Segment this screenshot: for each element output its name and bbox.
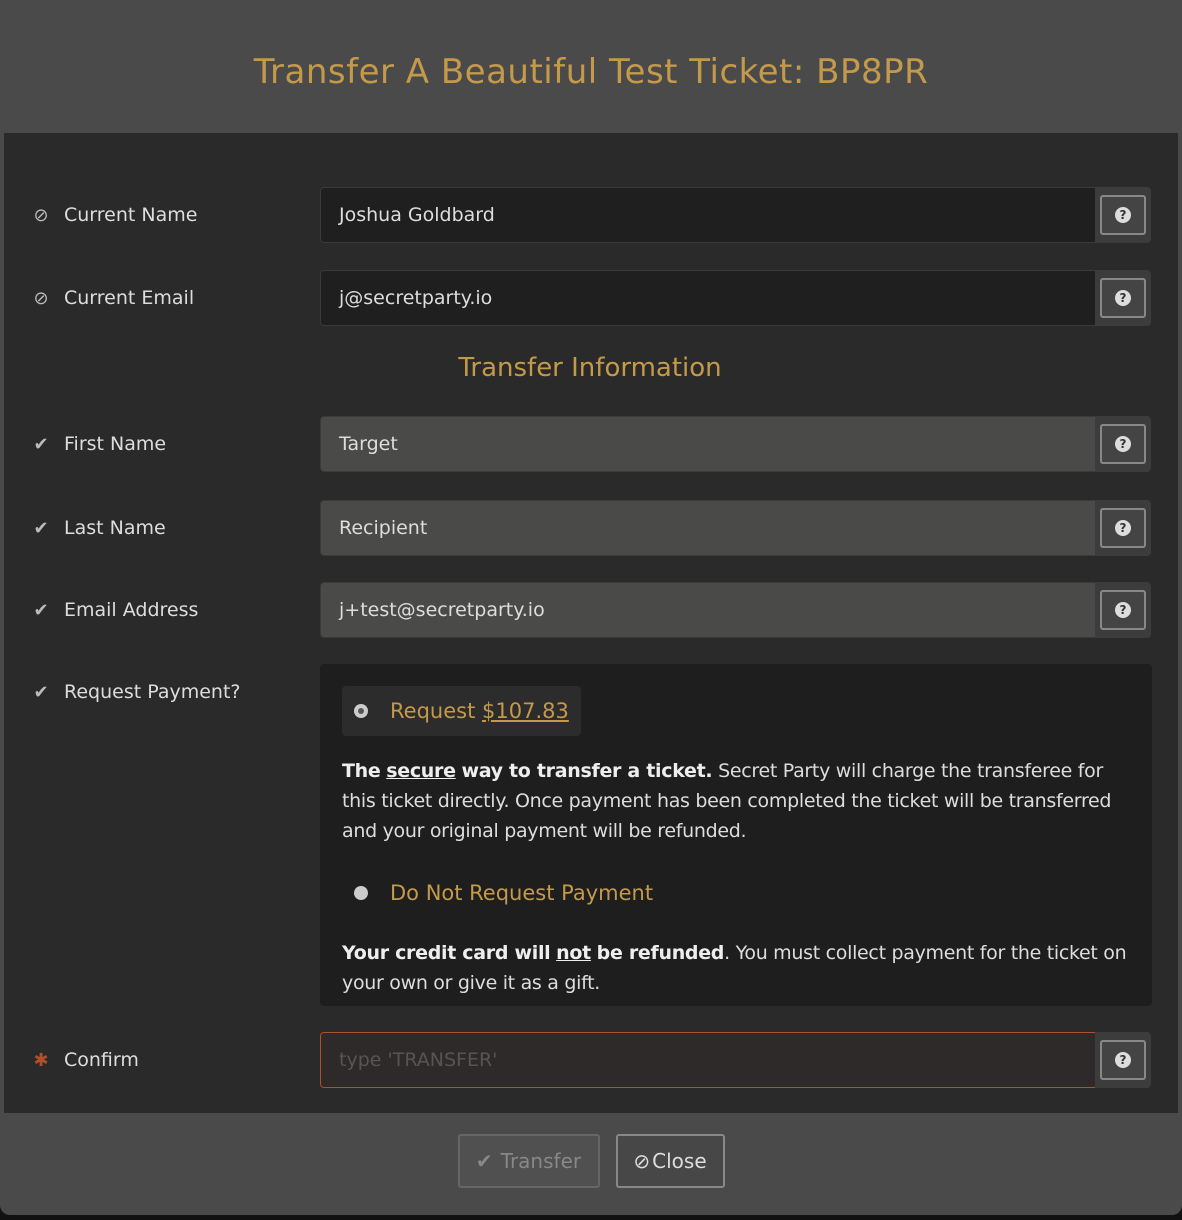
current-email-field: j@secretparty.io <box>320 270 1096 326</box>
check-icon: ✔ <box>33 681 49 703</box>
question-icon: ? <box>1115 520 1131 536</box>
current-name-field: Joshua Goldbard <box>320 187 1096 243</box>
no-request-payment-radio[interactable]: Do Not Request Payment <box>342 868 665 918</box>
confirm-input[interactable]: type 'TRANSFER' <box>320 1032 1096 1088</box>
section-title: Transfer Information <box>458 353 722 383</box>
ban-icon: ⊘ <box>33 204 49 226</box>
current-name-row: ⊘ Current Name Joshua Goldbard ? <box>4 187 1178 243</box>
question-icon: ? <box>1115 602 1131 618</box>
first-name-label: First Name <box>64 433 167 455</box>
last-name-label: Last Name <box>64 517 166 539</box>
check-icon: ✔ <box>33 599 49 621</box>
question-icon: ? <box>1115 1052 1131 1068</box>
check-icon: ✔ <box>475 1149 493 1173</box>
ban-icon: ⊘ <box>33 287 49 309</box>
radio-unselected-icon <box>354 886 368 900</box>
last-name-input[interactable]: Recipient <box>320 500 1096 556</box>
question-icon: ? <box>1115 436 1131 452</box>
help-button[interactable]: ? <box>1100 278 1146 318</box>
ban-icon: ⊘ <box>633 1149 651 1173</box>
last-name-row: ✔ Last Name Recipient ? <box>4 500 1178 556</box>
amount: $107.83 <box>482 699 569 723</box>
modal-body: ⊘ Current Name Joshua Goldbard ? ⊘ Current… <box>4 133 1178 1113</box>
modal-footer: ✔ Transfer ⊘ Close <box>0 1134 1182 1188</box>
payment-options: Request $107.83 The secure way to transf… <box>320 664 1152 1006</box>
email-row: ✔ Email Address j+test@secretparty.io ? <box>4 582 1178 638</box>
help-button[interactable]: ? <box>1100 508 1146 548</box>
help-button[interactable]: ? <box>1100 590 1146 630</box>
check-icon: ✔ <box>33 433 49 455</box>
question-icon: ? <box>1115 207 1131 223</box>
email-input[interactable]: j+test@secretparty.io <box>320 582 1096 638</box>
current-email-row: ⊘ Current Email j@secretparty.io ? <box>4 270 1178 326</box>
help-button[interactable]: ? <box>1100 1040 1146 1080</box>
no-request-description: Your credit card will not be refunded. Y… <box>342 942 1127 994</box>
question-icon: ? <box>1115 290 1131 306</box>
request-payment-radio[interactable]: Request $107.83 <box>342 686 581 736</box>
modal-title: Transfer A Beautiful Test Ticket: BP8PR <box>253 52 929 92</box>
confirm-label: Confirm <box>64 1049 139 1071</box>
check-icon: ✔ <box>33 517 49 539</box>
request-description: The secure way to transfer a ticket. Sec… <box>342 760 1112 842</box>
help-button[interactable]: ? <box>1100 195 1146 235</box>
asterisk-icon: ✱ <box>33 1049 49 1071</box>
current-email-label: Current Email <box>64 287 195 309</box>
radio-selected-icon <box>354 704 368 718</box>
confirm-row: ✱ Confirm type 'TRANSFER' ? <box>4 1032 1178 1088</box>
close-button[interactable]: ⊘ Close <box>615 1134 725 1188</box>
payment-label: Request Payment? <box>64 681 241 703</box>
current-name-label: Current Name <box>64 204 198 226</box>
help-button[interactable]: ? <box>1100 424 1146 464</box>
transfer-modal: Transfer A Beautiful Test Ticket: BP8PR … <box>0 0 1182 1215</box>
first-name-input[interactable]: Target <box>320 416 1096 472</box>
transfer-button[interactable]: ✔ Transfer <box>457 1134 600 1188</box>
email-label: Email Address <box>64 599 199 621</box>
first-name-row: ✔ First Name Target ? <box>4 416 1178 472</box>
